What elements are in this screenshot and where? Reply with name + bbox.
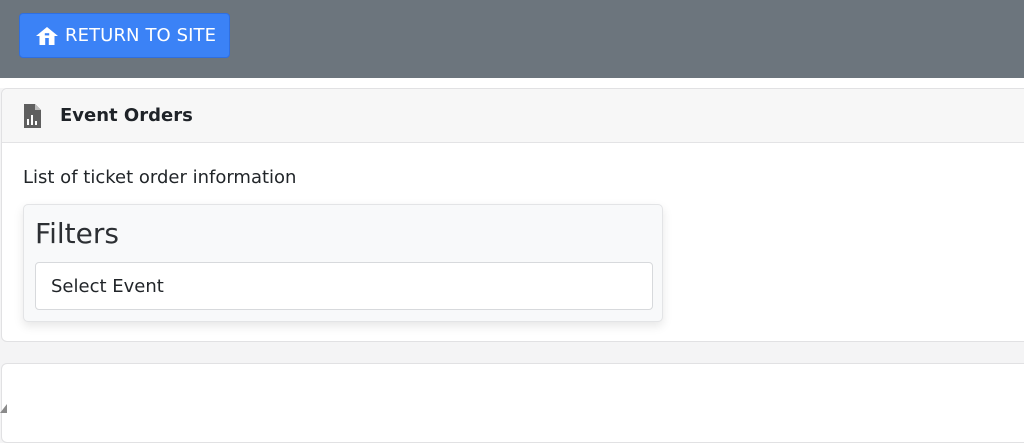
corner-arrow-icon	[0, 404, 7, 413]
filters-heading: Filters	[35, 217, 119, 250]
return-to-site-button[interactable]: RETURN TO SITE	[19, 13, 230, 58]
filters-panel: Filters Select Event	[23, 204, 663, 322]
orders-list-card	[1, 363, 1024, 443]
page-gap	[0, 78, 1024, 88]
page-title: Event Orders	[60, 105, 193, 126]
top-bar: RETURN TO SITE	[0, 0, 1024, 78]
select-event-label: Select Event	[51, 275, 164, 297]
document-chart-icon	[22, 103, 42, 129]
home-icon	[35, 26, 59, 46]
description-text: List of ticket order information	[23, 167, 297, 188]
card-header: Event Orders	[2, 89, 1024, 143]
return-to-site-label: RETURN TO SITE	[65, 25, 217, 46]
event-orders-card: Event Orders List of ticket order inform…	[1, 88, 1024, 342]
select-event-dropdown[interactable]: Select Event	[35, 262, 653, 310]
